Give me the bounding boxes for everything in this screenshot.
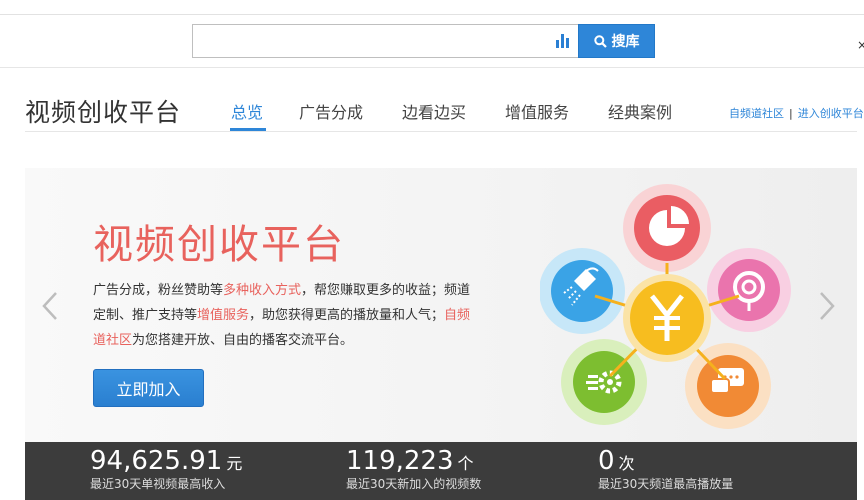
stat-unit: 元 [226,454,243,473]
community-link[interactable]: 自频道社区 [729,107,784,120]
search-icon [593,34,607,48]
nav-divider [25,131,857,132]
pie-chart-icon [623,184,711,272]
header-divider [0,67,864,68]
stat-label: 最近30天频道最高播放量 [598,477,734,491]
stat-value: 0 [598,446,615,476]
desc-text: ，助您获得更高的播放量和人气； [249,308,445,323]
desc-text: 为您搭建开放、自由的播客交流平台。 [132,333,354,348]
search-button[interactable]: 搜库 [578,24,655,58]
stat-max-plays: 0次 最近30天频道最高播放量 [598,446,733,492]
enter-platform-link[interactable]: 进入创收平台 [798,107,864,120]
lollipop-icon [707,248,791,332]
banner-description: 广告分成，粉丝赞助等多种收入方式，帮您赚取更多的收益；频道定制、推广支持等增值服… [93,278,473,353]
bar-chart-icon[interactable] [556,34,570,48]
desc-highlight: 多种收入方式 [223,283,302,298]
tab-cases[interactable]: 经典案例 [608,99,672,123]
search-button-label: 搜库 [611,34,640,50]
tab-ad-revenue[interactable]: 广告分成 [299,99,363,123]
chat-icon [685,343,771,429]
stat-unit: 个 [457,454,474,473]
top-divider [0,14,864,15]
desc-highlight: 增值服务 [197,308,250,323]
page-title: 视频创收平台 [25,98,182,127]
stat-label: 最近30天新加入的视频数 [346,477,482,491]
stat-label: 最近30天单视频最高收入 [90,477,226,491]
banner-title: 视频创收平台 [93,222,345,268]
nav-links: 自频道社区 | 进入创收平台 [729,105,864,121]
desc-text: 广告分成，粉丝赞助等 [93,283,224,298]
stat-new-videos: 119,223 个 最近30天新加入的视频数 [346,446,481,492]
tab-value-added[interactable]: 增值服务 [505,99,569,123]
search-input[interactable] [193,25,543,57]
stats-bar: 94,625.91 元 最近30天单视频最高收入 119,223 个 最近30天新加… [25,442,857,500]
revenue-illustration [540,184,791,429]
stat-value: 94,625.91 [90,446,223,476]
stat-max-revenue: 94,625.91 元 最近30天单视频最高收入 [90,446,242,492]
search-bar [192,24,578,58]
stat-value: 119,223 [346,446,454,476]
hero-banner: 视频创收平台 广告分成，粉丝赞助等多种收入方式，帮您赚取更多的收益；频道定制、推… [25,168,857,442]
chevron-right-icon[interactable] [816,290,838,322]
tab-watch-and-buy[interactable]: 边看边买 [402,99,466,123]
join-button[interactable]: 立即加入 [93,369,204,407]
link-separator: | [789,107,793,120]
tab-overview[interactable]: 总览 [231,99,263,123]
watering-can-icon [540,248,625,334]
chevron-left-icon[interactable] [39,290,61,322]
close-icon[interactable]: × [857,38,864,52]
stat-unit: 次 [618,454,635,473]
